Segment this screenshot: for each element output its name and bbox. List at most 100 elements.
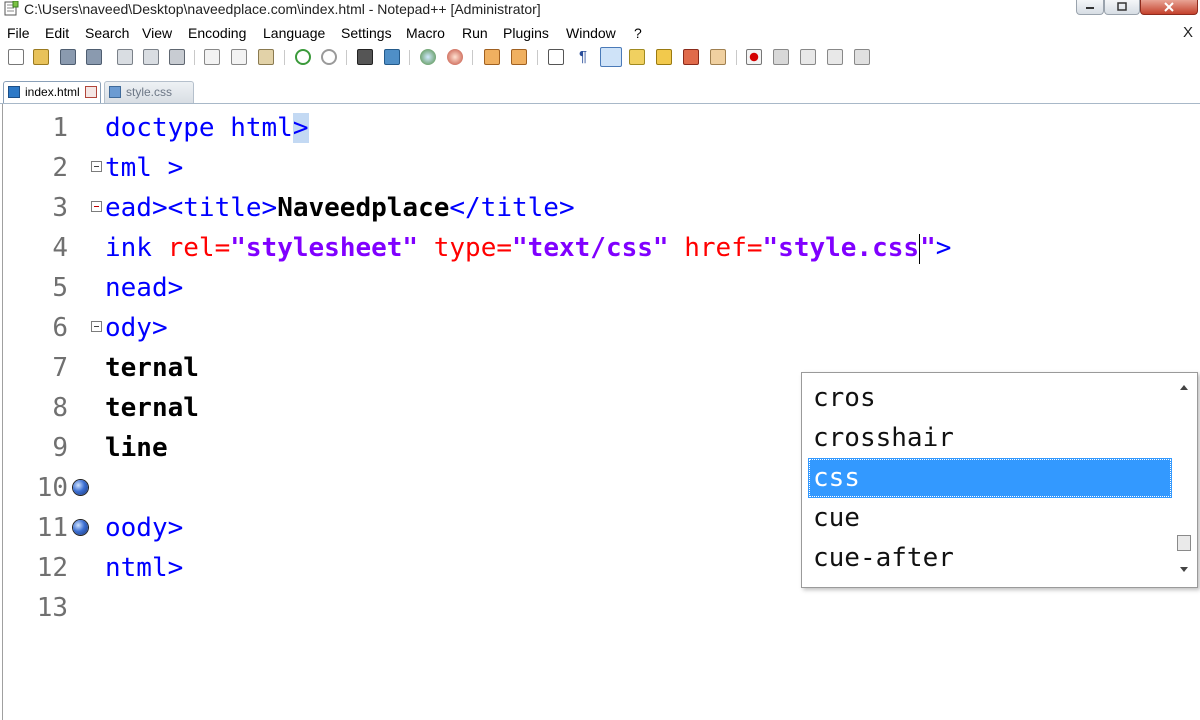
scroll-thumb[interactable] — [1177, 535, 1191, 551]
menu-plugins[interactable]: Plugins — [503, 22, 549, 44]
menu-encoding[interactable]: Encoding — [188, 22, 246, 44]
document-map-icon[interactable] — [656, 49, 672, 65]
code-line[interactable]: 6 ody> — [0, 308, 1200, 348]
menu-settings[interactable]: Settings — [341, 22, 392, 44]
code-token: line — [105, 433, 168, 463]
close-window-button[interactable] — [1140, 0, 1198, 15]
zoom-out-icon[interactable] — [447, 49, 463, 65]
code-text: ody> — [105, 308, 168, 348]
record-macro-icon[interactable] — [746, 49, 762, 65]
menu-language[interactable]: Language — [263, 22, 325, 44]
code-token: ink — [105, 233, 168, 263]
menu-help[interactable]: ? — [634, 22, 642, 44]
tab-index-html[interactable]: index.html — [3, 81, 101, 103]
sync-horizontal-icon[interactable] — [511, 49, 527, 65]
save-icon[interactable] — [60, 49, 76, 65]
notepadpp-app-icon — [4, 1, 19, 16]
replace-icon[interactable] — [384, 49, 400, 65]
function-list-icon[interactable] — [683, 49, 699, 65]
minimize-button[interactable] — [1076, 0, 1104, 15]
file-icon — [109, 86, 121, 98]
paste-icon[interactable] — [258, 49, 274, 65]
close-all-icon[interactable] — [143, 49, 159, 65]
code-token: tml > — [105, 153, 184, 183]
editor[interactable]: 1 doctype html> 2 tml >3 ead><title>Naveedpl… — [0, 104, 1200, 720]
code-token: oody> — [105, 513, 184, 543]
word-wrap-icon[interactable] — [548, 49, 564, 65]
menu-view[interactable]: View — [142, 22, 172, 44]
menu-edit[interactable]: Edit — [45, 22, 69, 44]
autocomplete-item[interactable]: crosshair — [808, 418, 1172, 458]
code-line[interactable]: 2 tml > — [0, 148, 1200, 188]
menu-file[interactable]: File — [7, 22, 30, 44]
save-macro-icon[interactable] — [854, 49, 870, 65]
code-line[interactable]: 1 doctype html> — [0, 108, 1200, 148]
fold-toggle-icon[interactable] — [91, 201, 102, 212]
autocomplete-popup[interactable]: cros crosshair css cue cue-after — [801, 372, 1198, 588]
toolbar-separator — [284, 50, 285, 65]
tab-close-icon[interactable] — [85, 86, 97, 98]
code-text: ternal — [105, 388, 199, 428]
show-all-characters-icon[interactable]: ¶ — [575, 49, 591, 65]
fold-toggle-icon[interactable] — [91, 321, 102, 332]
code-text: ead><title>Naveedplace</title> — [105, 188, 575, 228]
bookmark-icon[interactable] — [73, 480, 88, 495]
fold-toggle-icon[interactable] — [91, 161, 102, 172]
tab-label: style.css — [126, 85, 173, 99]
tab-style-css[interactable]: style.css — [104, 81, 194, 103]
menu-window[interactable]: Window — [566, 22, 616, 44]
code-token: nead> — [105, 273, 184, 303]
close-file-icon[interactable] — [117, 49, 133, 65]
code-token: ntml> — [105, 553, 184, 583]
autocomplete-scrollbar[interactable] — [1177, 379, 1191, 579]
code-text: ink rel="stylesheet" type="text/css" hre… — [105, 228, 951, 268]
code-token: > — [292, 113, 309, 143]
code-token: "style.css — [762, 233, 920, 263]
code-text: oody> — [105, 508, 183, 548]
autocomplete-item[interactable]: cros — [808, 378, 1172, 418]
indent-guide-icon[interactable] — [600, 47, 622, 67]
line-number: 12 — [36, 553, 68, 583]
code-text: ternal — [105, 348, 199, 388]
scroll-down-arrow-icon[interactable] — [1180, 567, 1188, 572]
autocomplete-item[interactable]: cue — [808, 498, 1172, 538]
autocomplete-item[interactable]: css — [808, 458, 1172, 498]
zoom-in-icon[interactable] — [420, 49, 436, 65]
close-document-x[interactable]: X — [1183, 22, 1193, 44]
code-token: ternal — [105, 353, 199, 383]
line-number: 9 — [52, 433, 68, 463]
code-token: Naveedplace — [277, 193, 450, 223]
code-token: "text/css" — [512, 233, 669, 263]
open-file-icon[interactable] — [33, 49, 49, 65]
code-line[interactable]: 5 nead> — [0, 268, 1200, 308]
code-line[interactable]: 13 — [0, 588, 1200, 628]
maximize-button[interactable] — [1104, 0, 1140, 15]
menu-search[interactable]: Search — [85, 22, 129, 44]
cut-icon[interactable] — [204, 49, 220, 65]
save-all-icon[interactable] — [86, 49, 102, 65]
autocomplete-item[interactable]: cue-after — [808, 538, 1172, 578]
find-icon[interactable] — [357, 49, 373, 65]
code-token: ody> — [105, 313, 168, 343]
code-line[interactable]: 3 ead><title>Naveedplace</title> — [0, 188, 1200, 228]
code-line[interactable]: 4 ink rel="stylesheet" type="text/css" hr… — [0, 228, 1200, 268]
code-token: ternal — [105, 393, 199, 423]
undo-icon[interactable] — [295, 49, 311, 65]
user-language-icon[interactable] — [629, 49, 645, 65]
code-token: "stylesheet" — [230, 233, 419, 263]
run-macro-multiple-icon[interactable] — [827, 49, 843, 65]
scroll-up-arrow-icon[interactable] — [1180, 385, 1188, 390]
stop-recording-icon[interactable] — [773, 49, 789, 65]
new-file-icon[interactable] — [8, 49, 24, 65]
sync-vertical-icon[interactable] — [484, 49, 500, 65]
redo-icon[interactable] — [321, 49, 337, 65]
folder-as-workspace-icon[interactable] — [710, 49, 726, 65]
print-icon[interactable] — [169, 49, 185, 65]
menu-macro[interactable]: Macro — [406, 22, 445, 44]
copy-icon[interactable] — [231, 49, 247, 65]
bookmark-icon[interactable] — [73, 520, 88, 535]
code-token: ead><title> — [105, 193, 278, 223]
playback-macro-icon[interactable] — [800, 49, 816, 65]
tab-label: index.html — [25, 85, 80, 99]
menu-run[interactable]: Run — [462, 22, 488, 44]
